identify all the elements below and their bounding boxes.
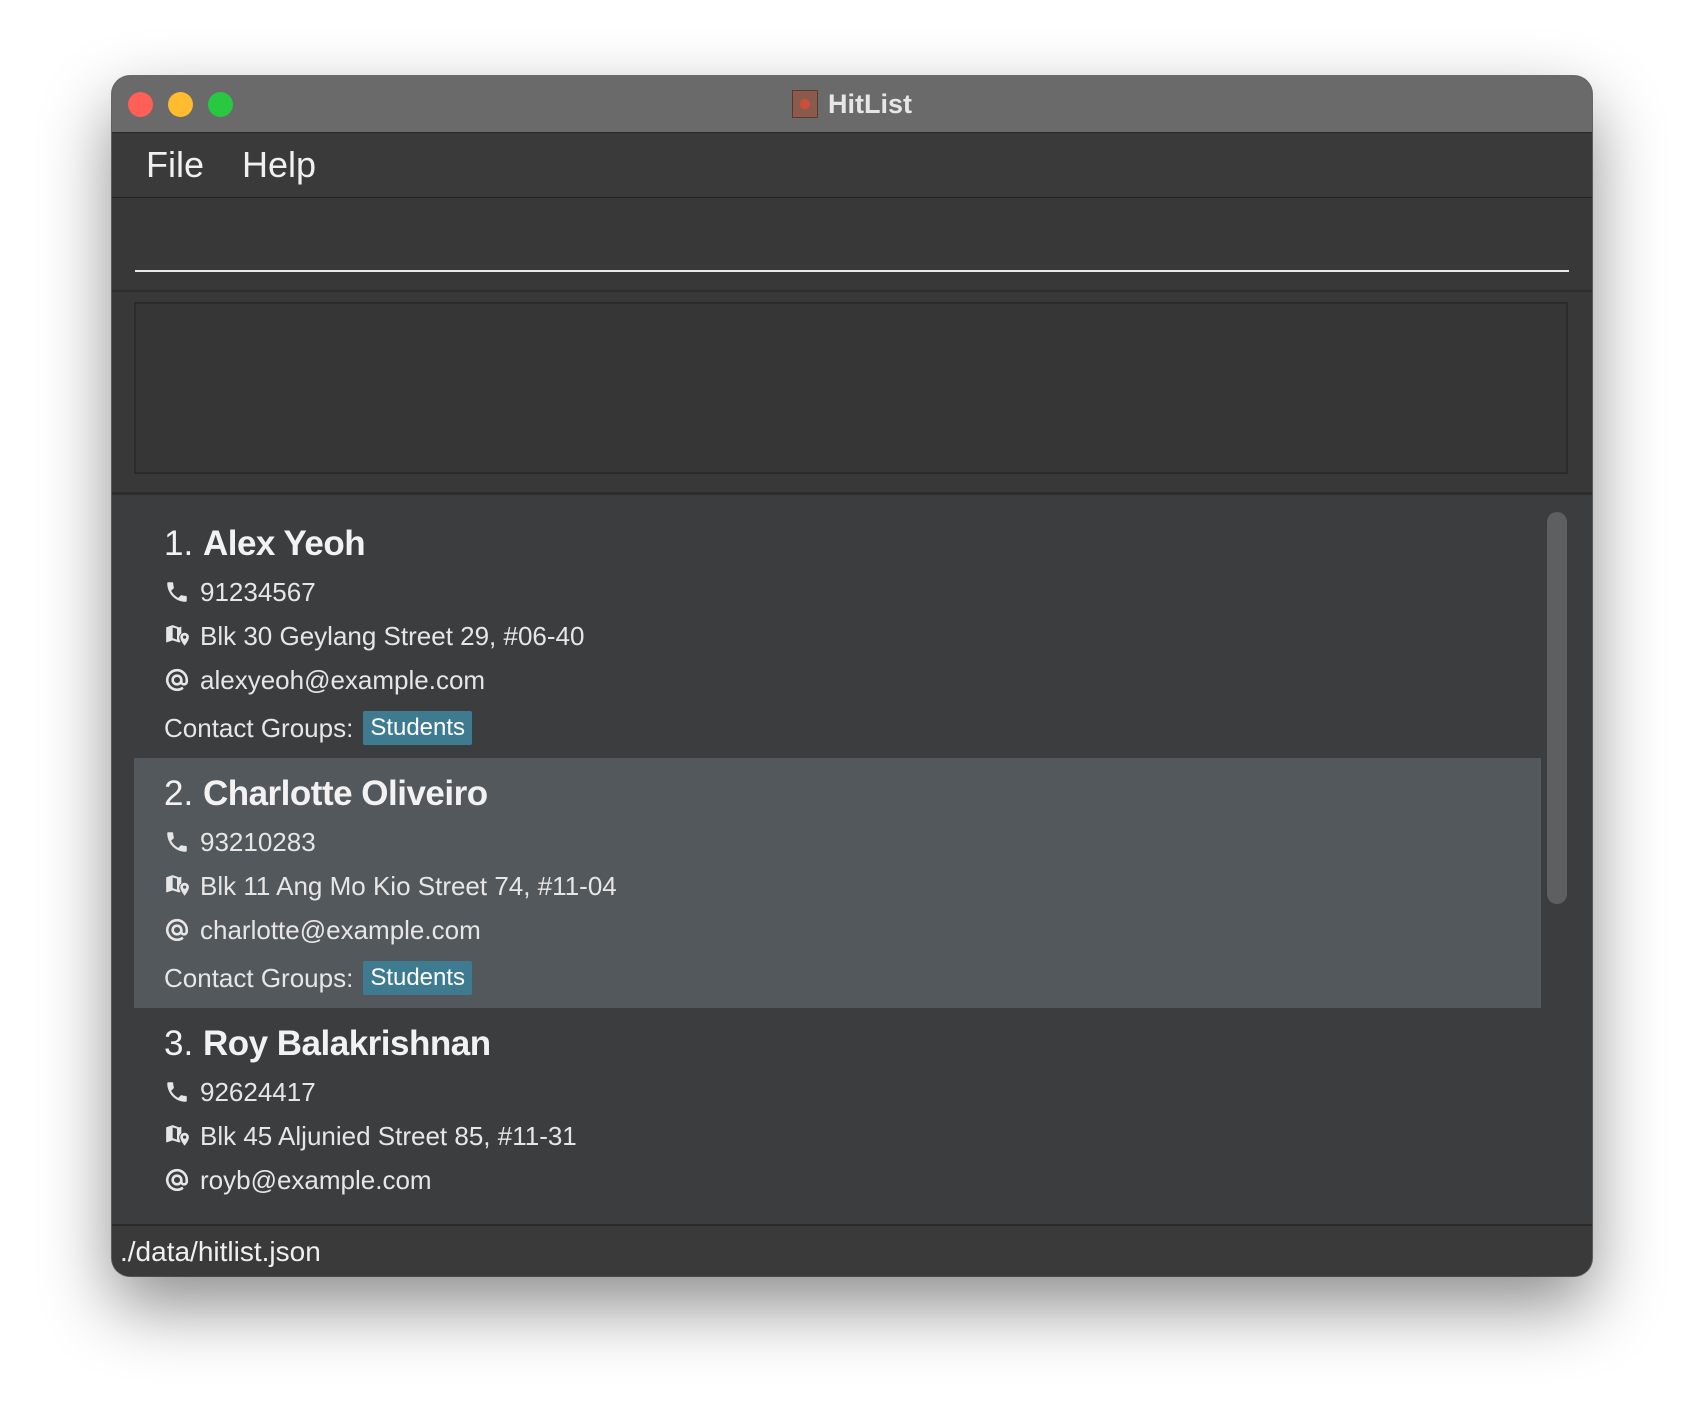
contact-phone-row: 92624417 [164,1070,1541,1114]
app-window: HitList File Help 1. Alex Yeoh 91234567 … [112,76,1592,1276]
contact-index: 2. [164,774,194,813]
contact-email: royb@example.com [200,1164,432,1195]
contact-title: 2. Charlotte Oliveiro [164,768,1541,820]
contact-phone-row: 91234567 [164,570,1541,614]
contact-email-row: alexyeoh@example.com [164,658,1541,702]
at-sign-icon [164,917,190,943]
phone-icon [164,829,190,855]
title-bar: HitList [112,76,1592,133]
contact-address: Blk 11 Ang Mo Kio Street 74, #11-04 [200,870,617,901]
status-bar: ./data/hitlist.json [112,1224,1592,1276]
list-scrollbar[interactable] [1547,512,1567,904]
contact-email-row: charlotte@example.com [164,908,1541,952]
map-pin-icon [164,623,190,649]
at-sign-icon [164,1167,190,1193]
at-sign-icon [164,667,190,693]
contact-groups-label: Contact Groups: [164,712,354,743]
result-display [134,302,1568,474]
contact-index: 3. [164,1024,194,1063]
contact-group-tag: Students [363,961,473,995]
window-title-group: HitList [112,76,1592,132]
contact-phone: 91234567 [200,576,316,607]
map-pin-icon [164,1123,190,1149]
contact-card[interactable]: 1. Alex Yeoh 91234567 Blk 30 Geylang Str… [134,508,1541,758]
command-area [112,198,1592,292]
contact-card[interactable]: 2. Charlotte Oliveiro 93210283 Blk 11 An… [134,758,1541,1008]
menu-help[interactable]: Help [242,144,316,186]
contact-phone: 93210283 [200,826,316,857]
contact-address-row: Blk 11 Ang Mo Kio Street 74, #11-04 [164,864,1541,908]
contact-groups-label: Contact Groups: [164,962,354,993]
save-file-path: ./data/hitlist.json [120,1236,321,1267]
contact-address: Blk 30 Geylang Street 29, #06-40 [200,620,585,651]
contact-name: Roy Balakrishnan [202,1024,491,1063]
menu-file[interactable]: File [146,144,204,186]
contact-list-panel: 1. Alex Yeoh 91234567 Blk 30 Geylang Str… [112,496,1592,1224]
contact-email: alexyeoh@example.com [200,664,486,695]
contact-title: 3. Roy Balakrishnan [164,1018,1541,1070]
contact-groups-row: Contact Groups: Students [164,954,1541,1002]
contact-phone: 92624417 [200,1076,316,1107]
contact-card[interactable]: 3. Roy Balakrishnan 92624417 Blk 45 Alju… [134,1008,1541,1198]
contact-groups-row: Contact Groups: Students [164,704,1541,752]
contact-address-row: Blk 45 Aljunied Street 85, #11-31 [164,1114,1541,1158]
contact-address: Blk 45 Aljunied Street 85, #11-31 [200,1120,577,1151]
window-title: HitList [828,88,912,119]
map-pin-icon [164,873,190,899]
menu-bar: File Help [112,133,1592,198]
app-icon [792,90,818,118]
command-input[interactable] [135,216,1569,272]
contact-list[interactable]: 1. Alex Yeoh 91234567 Blk 30 Geylang Str… [134,508,1541,1198]
contact-index: 1. [164,524,194,563]
contact-name: Alex Yeoh [202,524,366,563]
contact-title: 1. Alex Yeoh [164,518,1541,570]
result-area [112,292,1592,495]
contact-address-row: Blk 30 Geylang Street 29, #06-40 [164,614,1541,658]
contact-name: Charlotte Oliveiro [202,774,488,813]
phone-icon [164,579,190,605]
contact-email-row: royb@example.com [164,1158,1541,1198]
contact-email: charlotte@example.com [200,914,481,945]
contact-group-tag: Students [363,711,473,745]
contact-phone-row: 93210283 [164,820,1541,864]
phone-icon [164,1079,190,1105]
